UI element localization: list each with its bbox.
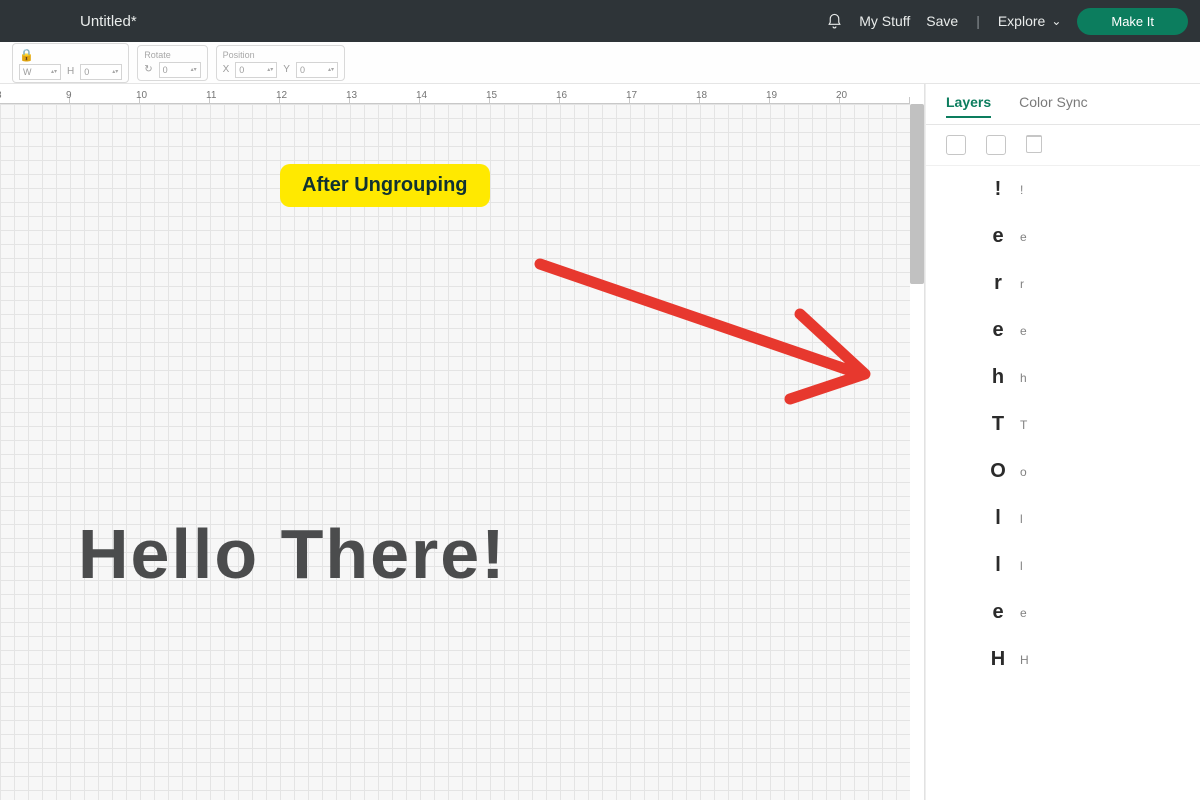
rotate-icon[interactable]: ↻ <box>144 64 152 75</box>
explore-label: Explore <box>998 13 1045 29</box>
ruler-tick: 11 <box>210 84 280 103</box>
size-tool: 🔒 W ▴▾ H 0 ▴▾ <box>12 43 129 83</box>
stepper-arrows-icon: ▴▾ <box>328 68 334 72</box>
layer-preview: r <box>986 272 1010 295</box>
ruler-tick: 15 <box>490 84 560 103</box>
ruler-tick: 14 <box>420 84 490 103</box>
layer-preview: e <box>986 601 1010 624</box>
height-stepper[interactable]: 0 ▴▾ <box>80 64 122 80</box>
layer-preview: ! <box>986 178 1010 201</box>
width-stepper[interactable]: W ▴▾ <box>19 64 61 80</box>
layer-name: h <box>1020 371 1027 385</box>
x-stepper[interactable]: 0 ▴▾ <box>235 62 277 78</box>
ruler-tick: 17 <box>630 84 700 103</box>
layer-item[interactable]: ee <box>926 589 1200 636</box>
lock-icon[interactable]: 🔒 <box>19 48 34 62</box>
canvas-text-object[interactable]: Hello There! <box>78 514 507 594</box>
ruler-horizontal: 891011121314151617181920 <box>0 84 910 104</box>
panel-actions <box>926 125 1200 166</box>
layer-item[interactable]: ee <box>926 213 1200 260</box>
canvas-wrapper: 891011121314151617181920 After Ungroupin… <box>0 84 925 800</box>
layer-preview: H <box>986 648 1010 671</box>
ruler-tick: 20 <box>840 84 910 103</box>
tab-layers[interactable]: Layers <box>946 94 991 118</box>
stepper-arrows-icon: ▴▾ <box>51 70 57 74</box>
layer-name: r <box>1020 277 1024 291</box>
layer-name: H <box>1020 653 1029 667</box>
layer-name: e <box>1020 606 1027 620</box>
layer-item[interactable]: ll <box>926 495 1200 542</box>
layer-item[interactable]: ee <box>926 307 1200 354</box>
layer-preview: O <box>986 460 1010 483</box>
group-icon[interactable] <box>946 135 966 155</box>
layer-name: ! <box>1020 183 1023 197</box>
layer-name: e <box>1020 230 1027 244</box>
layer-preview: e <box>986 225 1010 248</box>
main-area: 891011121314151617181920 After Ungroupin… <box>0 84 1200 800</box>
ruler-tick: 9 <box>70 84 140 103</box>
layer-name: l <box>1020 512 1023 526</box>
property-toolbar: 🔒 W ▴▾ H 0 ▴▾ Rotate ↻ 0 ▴▾ Position X <box>0 42 1200 84</box>
layer-item[interactable]: hh <box>926 354 1200 401</box>
make-it-button[interactable]: Make It <box>1077 8 1188 35</box>
y-label: Y <box>283 64 290 75</box>
ruler-tick: 8 <box>0 84 70 103</box>
right-panel: Layers Color Sync !!eerreehhTTOolllleeHH <box>925 84 1200 800</box>
stepper-arrows-icon: ▴▾ <box>267 68 273 72</box>
layer-list: !!eerreehhTTOolllleeHH <box>926 166 1200 800</box>
ruler-tick: 10 <box>140 84 210 103</box>
design-canvas[interactable] <box>0 104 910 800</box>
layer-name: l <box>1020 559 1023 573</box>
y-stepper[interactable]: 0 ▴▾ <box>296 62 338 78</box>
layer-item[interactable]: ll <box>926 542 1200 589</box>
duplicate-icon[interactable] <box>986 135 1006 155</box>
layer-name: o <box>1020 465 1027 479</box>
explore-dropdown[interactable]: Explore ⌄ <box>998 13 1062 29</box>
ruler-tick: 12 <box>280 84 350 103</box>
trash-icon[interactable] <box>1026 135 1042 153</box>
layer-item[interactable]: rr <box>926 260 1200 307</box>
rotate-label: Rotate <box>144 50 200 60</box>
ruler-tick: 19 <box>770 84 840 103</box>
width-label: W <box>23 67 32 77</box>
panel-tabs: Layers Color Sync <box>926 84 1200 125</box>
layer-preview: h <box>986 366 1010 389</box>
layer-item[interactable]: TT <box>926 401 1200 448</box>
stepper-arrows-icon: ▴▾ <box>112 70 118 74</box>
save-button[interactable]: Save <box>926 13 958 29</box>
ruler-tick: 16 <box>560 84 630 103</box>
canvas-scrollbar[interactable] <box>910 104 924 284</box>
height-label: H <box>67 66 74 77</box>
bell-icon <box>826 13 843 30</box>
layer-item[interactable]: HH <box>926 636 1200 683</box>
position-label: Position <box>223 50 338 60</box>
notifications-button[interactable] <box>826 13 843 30</box>
ruler-tick: 18 <box>700 84 770 103</box>
app-topbar: Untitled* My Stuff Save | Explore ⌄ Make… <box>0 0 1200 42</box>
position-tool: Position X 0 ▴▾ Y 0 ▴▾ <box>216 45 345 81</box>
chevron-down-icon: ⌄ <box>1051 14 1061 28</box>
x-label: X <box>223 64 230 75</box>
layer-name: e <box>1020 324 1027 338</box>
layer-item[interactable]: Oo <box>926 448 1200 495</box>
layer-item[interactable]: !! <box>926 166 1200 213</box>
annotation-callout: After Ungrouping <box>280 164 490 207</box>
layer-preview: e <box>986 319 1010 342</box>
layer-preview: T <box>986 413 1010 436</box>
topbar-divider: | <box>976 13 980 29</box>
rotate-tool: Rotate ↻ 0 ▴▾ <box>137 45 207 81</box>
document-title: Untitled* <box>80 13 137 30</box>
rotate-stepper[interactable]: 0 ▴▾ <box>159 62 201 78</box>
layer-preview: l <box>986 507 1010 530</box>
my-stuff-button[interactable]: My Stuff <box>859 13 910 29</box>
layer-preview: l <box>986 554 1010 577</box>
layer-name: T <box>1020 418 1027 432</box>
ruler-tick: 13 <box>350 84 420 103</box>
tab-color-sync[interactable]: Color Sync <box>1019 94 1087 118</box>
stepper-arrows-icon: ▴▾ <box>191 68 197 72</box>
